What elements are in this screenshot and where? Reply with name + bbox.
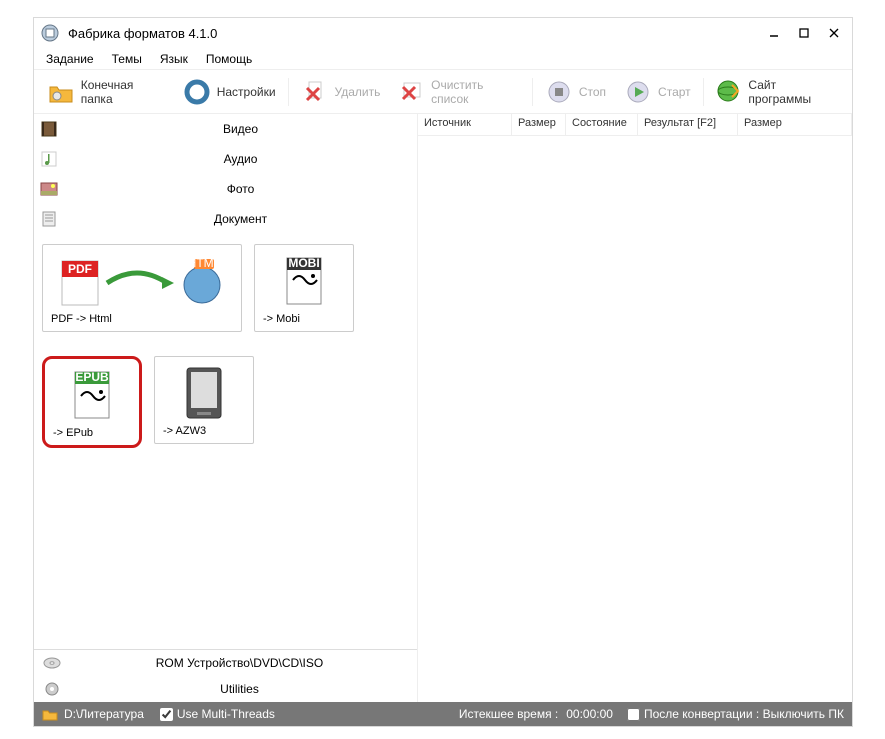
after-convert-checkbox[interactable] [627, 708, 640, 721]
col-source[interactable]: Источник [418, 114, 512, 135]
status-path-group: D:\Литература Use Multi-Threads [42, 707, 451, 721]
toolbar-stop-label: Стоп [579, 85, 606, 99]
disc-icon [42, 656, 62, 670]
toolbar-output-label: Конечная папка [81, 78, 165, 106]
elapsed-label: Истекшее время : [459, 707, 558, 721]
toolbar: Конечная папка Настройки Удалить Очистит… [34, 70, 852, 114]
menu-help[interactable]: Помощь [206, 52, 252, 66]
svg-text:PDF: PDF [68, 262, 92, 276]
globe-icon [716, 78, 743, 106]
category-utilities-label: Utilities [70, 682, 409, 696]
category-video-label: Видео [64, 122, 417, 136]
col-status[interactable]: Состояние [566, 114, 638, 135]
epub-icon: EPUB [49, 367, 135, 423]
col-size[interactable]: Размер [512, 114, 566, 135]
column-headers: Источник Размер Состояние Результат [F2]… [418, 114, 852, 136]
folder-small-icon[interactable] [42, 707, 58, 721]
menu-themes[interactable]: Темы [112, 52, 142, 66]
category-document[interactable]: Документ [34, 204, 417, 234]
tile-epub-label: -> EPub [49, 427, 93, 439]
toolbar-start[interactable]: Старт [618, 76, 697, 108]
mobi-icon: MOBI [259, 253, 349, 309]
svg-text:HTML: HTML [188, 256, 221, 270]
svg-text:EPUB: EPUB [75, 370, 109, 384]
col-size2[interactable]: Размер [738, 114, 852, 135]
toolbar-clear[interactable]: Очистить список [392, 76, 526, 108]
tile-azw3[interactable]: -> AZW3 [154, 356, 254, 444]
clear-icon [398, 78, 425, 106]
gear-icon [183, 78, 211, 106]
category-photo[interactable]: Фото [34, 174, 417, 204]
category-audio-label: Аудио [64, 152, 417, 166]
window-title: Фабрика форматов 4.1.0 [68, 26, 217, 41]
file-list-empty [418, 136, 852, 702]
toolbar-settings-label: Настройки [217, 85, 276, 99]
folder-icon [48, 78, 75, 106]
category-area: Видео Аудио Фото Документ [34, 114, 417, 649]
titlebar: Фабрика форматов 4.1.0 [34, 18, 852, 48]
category-rom-label: ROM Устройство\DVD\CD\ISO [70, 656, 409, 670]
minimize-button[interactable] [768, 27, 780, 39]
toolbar-separator [532, 78, 533, 106]
menu-task[interactable]: Задание [46, 52, 94, 66]
toolbar-separator [288, 78, 289, 106]
after-convert-label: После конвертации : Выключить ПК [644, 707, 844, 721]
document-icon [34, 210, 64, 228]
tile-mobi[interactable]: MOBI -> Mobi [254, 244, 354, 332]
toolbar-clear-label: Очистить список [431, 78, 520, 106]
window-controls [768, 27, 846, 39]
film-icon [34, 120, 64, 138]
right-pane: Источник Размер Состояние Результат [F2]… [418, 114, 852, 702]
left-pane: Видео Аудио Фото Документ [34, 114, 418, 702]
tile-azw3-label: -> AZW3 [159, 425, 206, 437]
category-audio[interactable]: Аудио [34, 144, 417, 174]
gear-small-icon [42, 681, 62, 697]
category-utilities[interactable]: Utilities [34, 676, 417, 702]
tile-pdf-to-html[interactable]: PDF HTML PDF -> Html [42, 244, 242, 332]
tile-epub[interactable]: EPUB -> EPub [42, 356, 142, 448]
multi-threads-toggle[interactable]: Use Multi-Threads [160, 707, 275, 721]
toolbar-delete-label: Удалить [335, 85, 381, 99]
photo-icon [34, 180, 64, 198]
tiles-panel: PDF HTML PDF -> Html MOBI [34, 234, 417, 458]
svg-text:MOBI: MOBI [288, 256, 319, 270]
toolbar-website-label: Сайт программы [748, 78, 838, 106]
category-rom[interactable]: ROM Устройство\DVD\CD\ISO [34, 650, 417, 676]
toolbar-delete[interactable]: Удалить [295, 76, 387, 108]
statusbar: D:\Литература Use Multi-Threads Истекшее… [34, 702, 852, 726]
elapsed-value: 00:00:00 [566, 707, 613, 721]
toolbar-start-label: Старт [658, 85, 691, 99]
after-convert-toggle[interactable]: После конвертации : Выключить ПК [627, 707, 844, 721]
multi-threads-label: Use Multi-Threads [177, 707, 275, 721]
kindle-icon [159, 365, 249, 421]
toolbar-output-folder[interactable]: Конечная папка [42, 76, 171, 108]
tile-mobi-label: -> Mobi [259, 313, 300, 325]
toolbar-settings[interactable]: Настройки [177, 76, 282, 108]
menubar: Задание Темы Язык Помощь [34, 48, 852, 70]
pdf-html-icon: PDF HTML [47, 253, 237, 309]
col-result[interactable]: Результат [F2] [638, 114, 738, 135]
toolbar-website[interactable]: Сайт программы [710, 76, 844, 108]
category-video[interactable]: Видео [34, 114, 417, 144]
category-photo-label: Фото [64, 182, 417, 196]
app-window: Фабрика форматов 4.1.0 Задание Темы Язык… [33, 17, 853, 727]
tile-pdf-html-label: PDF -> Html [47, 313, 112, 325]
play-icon [624, 78, 652, 106]
multi-threads-checkbox[interactable] [160, 708, 173, 721]
toolbar-stop[interactable]: Стоп [539, 76, 612, 108]
content-area: Видео Аудио Фото Документ [34, 114, 852, 702]
delete-icon [301, 78, 329, 106]
stop-icon [545, 78, 573, 106]
status-path[interactable]: D:\Литература [64, 707, 144, 721]
app-icon [40, 23, 60, 43]
music-icon [34, 150, 64, 168]
menu-language[interactable]: Язык [160, 52, 188, 66]
close-button[interactable] [828, 27, 840, 39]
category-document-label: Документ [64, 212, 417, 226]
toolbar-separator [703, 78, 704, 106]
left-footer: ROM Устройство\DVD\CD\ISO Utilities [34, 649, 417, 702]
maximize-button[interactable] [798, 27, 810, 39]
